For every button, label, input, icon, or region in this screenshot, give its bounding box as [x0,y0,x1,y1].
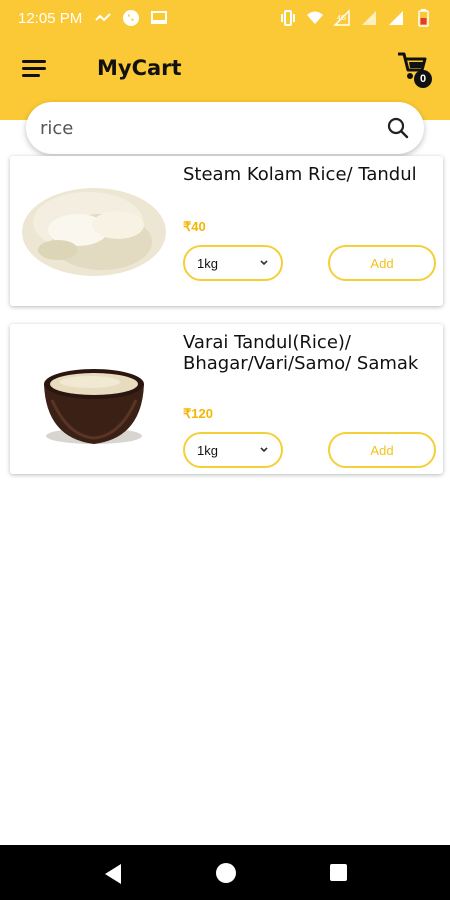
back-icon[interactable] [103,863,123,885]
signal-icon [94,9,112,27]
wifi-icon [306,9,324,27]
product-name: Steam Kolam Rice/ Tandul [183,164,417,185]
product-card[interactable]: Steam Kolam Rice/ Tandul ₹40 1kg Add [10,156,443,306]
data-icon: 4G [333,9,351,27]
search-input[interactable] [40,117,386,139]
chevron-down-icon [260,260,268,266]
product-image-varai [18,338,170,460]
add-button[interactable]: Add [328,245,436,281]
product-name: Varai Tandul(Rice)/ Bhagar/Vari/Samo/ Sa… [183,332,419,374]
search-bar[interactable] [26,102,424,154]
quantity-value: 1kg [197,255,218,271]
product-image-rice [18,170,170,292]
vibrate-icon [279,9,297,27]
cart-count-badge: 0 [414,70,432,88]
app-title: MyCart [97,56,182,80]
product-card[interactable]: Varai Tandul(Rice)/ Bhagar/Vari/Samo/ Sa… [10,324,443,474]
svg-text:4G: 4G [337,15,346,22]
home-icon[interactable] [216,863,236,883]
system-nav-bar [0,845,450,900]
search-icon[interactable] [386,116,410,140]
quantity-dropdown[interactable]: 1kg [183,245,283,281]
quantity-value: 1kg [197,442,218,458]
battery-icon [414,9,432,27]
whatsapp-icon [122,9,140,27]
product-price: ₹40 [183,219,206,234]
quantity-dropdown[interactable]: 1kg [183,432,283,468]
menu-icon[interactable] [22,58,48,80]
status-time: 12:05 PM [18,9,83,27]
status-bar: 12:05 PM 4G [0,0,450,36]
add-button[interactable]: Add [328,432,436,468]
recent-apps-icon[interactable] [330,864,347,881]
cellular-icon-2 [387,9,405,27]
chevron-down-icon [260,447,268,453]
cart-button[interactable]: 0 [395,50,435,90]
screen-icon [150,9,168,27]
cellular-icon [360,9,378,27]
product-price: ₹120 [183,406,213,421]
